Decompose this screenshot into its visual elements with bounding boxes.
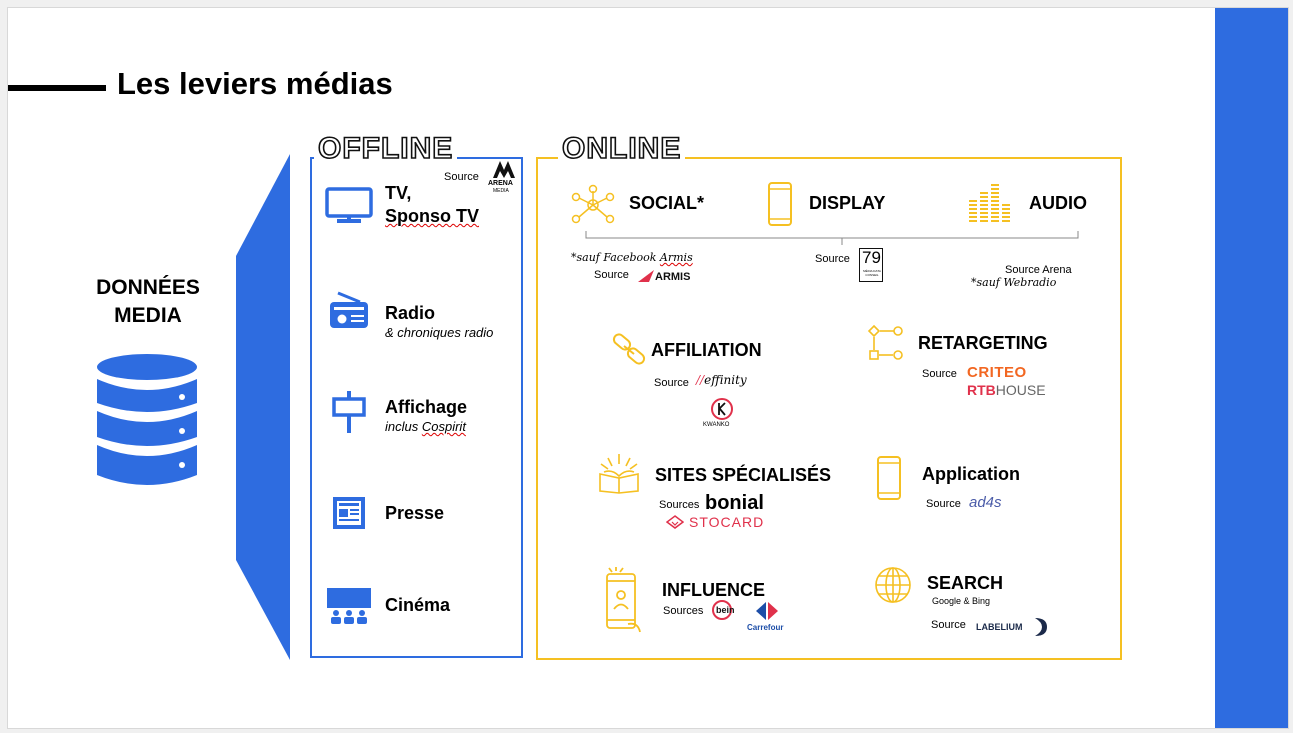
database-icon — [97, 354, 197, 485]
effinity-logo-text: effinity — [704, 373, 747, 387]
offline-item-tv-line1: TV, — [385, 183, 412, 203]
influence-label: INFLUENCE — [662, 580, 765, 600]
search-label: SEARCH — [927, 573, 1004, 593]
open-book-icon — [599, 454, 639, 494]
arena-logo-mark — [493, 161, 515, 178]
audio-source: Source Arena — [1005, 264, 1072, 276]
bein-logo-text: bein — [716, 605, 735, 615]
search-sub: Google & Bing — [932, 596, 991, 606]
social-network-icon — [571, 184, 615, 224]
carrefour-logo-text: Carrefour — [747, 623, 784, 632]
offline-item-tv-line2: Sponso TV — [385, 206, 479, 226]
retargeting-label: RETARGETING — [918, 333, 1048, 353]
kwanko-logo-icon — [711, 398, 733, 420]
labelium-logo-icon — [1035, 618, 1047, 636]
application-label: Application — [922, 464, 1020, 484]
page-title: Les leviers médias — [117, 66, 393, 101]
phone-display-icon — [768, 182, 792, 226]
retargeting-source-label: Source — [922, 368, 957, 380]
social-note-prefix: *sauf Facebook — [571, 251, 660, 264]
affichage-sub-cospirit: Cospirit — [421, 419, 466, 434]
effinity-logo: //effinity — [696, 373, 747, 387]
audio-note: *sauf Webradio — [971, 276, 1057, 289]
online-heading: ONLINE — [558, 131, 686, 166]
slide: Les leviers médias DONNÉES MEDIA OFFLINE… — [7, 7, 1289, 729]
audio-label: AUDIO — [1029, 193, 1087, 213]
social-source-label: Source — [594, 269, 629, 281]
flow-diagram-icon — [867, 324, 903, 360]
offline-heading: OFFLINE — [314, 131, 458, 166]
display-source-label: Source — [815, 253, 850, 265]
rtbhouse-logo: RTBHOUSE — [967, 382, 1046, 398]
offline-item-affichage-label: Affichage — [385, 397, 468, 417]
labelium-logo-text: LABELIUM — [976, 622, 1023, 632]
display-label: DISPLAY — [809, 193, 886, 213]
globe-icon — [875, 567, 911, 603]
social-label: SOCIAL* — [629, 193, 705, 213]
display-79-logo-text: 79 — [862, 248, 881, 267]
bonial-logo: bonial — [705, 492, 764, 514]
radio-icon — [330, 291, 368, 328]
connector-trapezoid — [236, 154, 290, 660]
kwanko-logo-text: KWANKO — [703, 422, 730, 428]
sites-source-label: Sources — [659, 499, 700, 511]
arena-logo-text: ARENA — [488, 180, 513, 187]
stocard-logo-icon — [666, 515, 684, 529]
sites-label: SITES SPÉCIALISÉS — [655, 465, 832, 485]
offline-source-label: Source — [444, 171, 479, 183]
display-79-logo-sub: MÉDIA DATA CONSEIL — [863, 269, 881, 277]
cinema-icon — [327, 588, 371, 624]
influence-source-label: Sources — [663, 605, 704, 617]
offline-item-radio-label: Radio — [385, 303, 436, 323]
search-source-label: Source — [931, 619, 966, 631]
social-note: *sauf Facebook Armis — [571, 251, 693, 264]
application-source-label: Source — [926, 498, 961, 510]
right-accent-band — [1215, 8, 1288, 728]
tv-icon — [325, 187, 373, 223]
stocard-logo-text: STOCARD — [689, 514, 765, 530]
rtbhouse-logo-rtb: RTB — [967, 382, 996, 398]
affichage-sub-prefix: inclus — [385, 419, 422, 434]
arena-logo-sub: MEDIA — [493, 188, 509, 194]
audio-equalizer-icon — [969, 184, 1010, 222]
billboard-icon — [332, 391, 366, 433]
carrefour-logo-icon — [756, 602, 778, 620]
offline-item-affichage-sub: inclus Cospirit — [385, 419, 466, 434]
armis-logo-text: ARMIS — [655, 271, 691, 283]
rtbhouse-logo-house: HOUSE — [995, 382, 1046, 398]
phone-application-icon — [877, 456, 901, 500]
affiliation-label: AFFILIATION — [651, 340, 762, 360]
social-note-armis: Armis — [659, 251, 693, 264]
affiliation-source-label: Source — [654, 377, 689, 389]
newspaper-icon — [333, 497, 365, 529]
offline-item-radio-sub: & chroniques radio — [385, 325, 494, 340]
armis-logo-icon — [638, 270, 654, 282]
offline-item-cinema-label: Cinéma — [385, 595, 451, 615]
title-accent-bar — [8, 85, 106, 91]
criteo-logo: CRITEO — [967, 364, 1027, 381]
offline-item-presse-label: Presse — [385, 503, 445, 523]
influencer-phone-icon — [606, 567, 641, 633]
bracket-line — [585, 231, 1079, 245]
ad4s-logo: ad4s — [969, 494, 1002, 511]
link-chain-icon — [612, 333, 646, 365]
donnees-media-label: DONNÉES MEDIA — [96, 276, 200, 327]
